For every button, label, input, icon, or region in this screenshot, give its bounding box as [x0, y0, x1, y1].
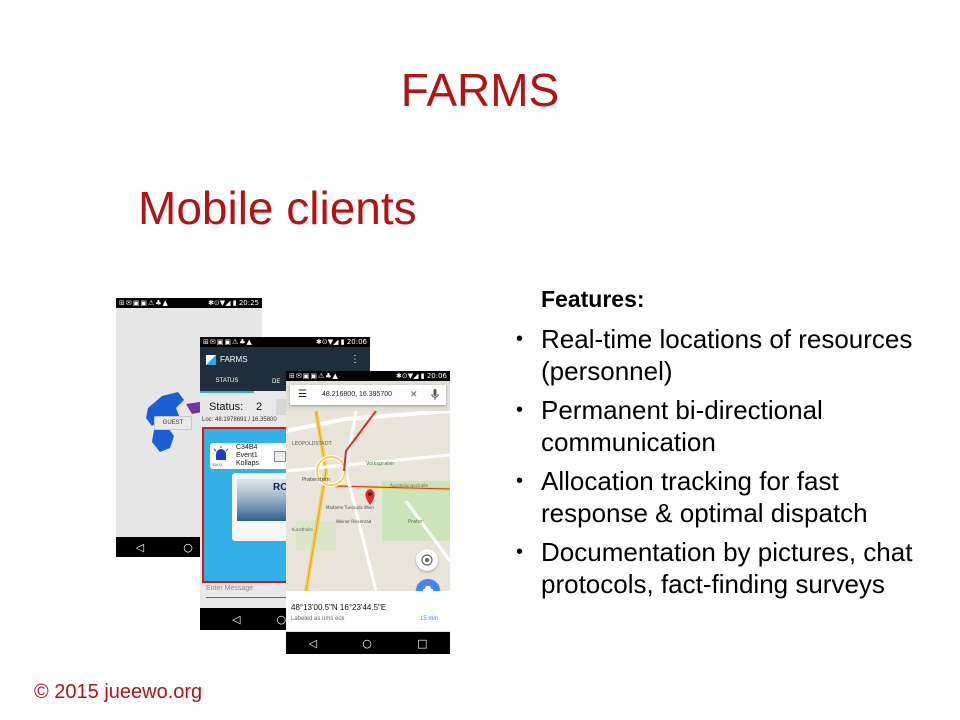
status-time: ✱⊙▼◢ ▮ 20:06: [316, 338, 367, 346]
status-time: ✱⊙▼◢ ▮ 20:06: [396, 372, 447, 380]
map-label: Kunsthalle: [292, 527, 313, 532]
label-text: Labeled as ums eck: [291, 616, 345, 622]
copyright-footer: © 2015 jueewo.org: [34, 681, 203, 703]
app-bar: FARMS ⋮: [200, 347, 370, 373]
map-label: Ausstellungsstraße: [390, 483, 429, 488]
slide-title: FARMS: [400, 64, 560, 116]
my-location-button[interactable]: [416, 549, 438, 571]
slide-subtitle: Mobile clients: [138, 182, 417, 234]
map-label: Weiner Riesenrad: [336, 519, 372, 524]
feature-text: Permanent bi-directional communication: [541, 395, 823, 457]
status-bar: ⊞✉▣▣⚠♣▲ ✱⊙▼◢ ▮ 20:25: [116, 298, 262, 308]
status-label: Status:: [209, 401, 244, 413]
map-label: Praterstern: [302, 477, 330, 483]
tab-status[interactable]: STATUS: [200, 373, 254, 393]
status-value: 2: [256, 401, 263, 413]
back-icon[interactable]: ◁: [309, 637, 317, 650]
event-type: Kollaps: [236, 460, 259, 467]
notification-icons: ⊞✉▣▣⚠♣▲: [203, 338, 253, 346]
photo-card[interactable]: RO: [232, 473, 292, 541]
features-heading: Features:: [541, 286, 645, 312]
home-icon[interactable]: ○: [362, 637, 372, 650]
overflow-menu-icon[interactable]: ⋮: [350, 354, 360, 365]
event-code: C34B4: [236, 444, 258, 451]
map-icon[interactable]: [274, 451, 286, 462]
event-card[interactable]: 39/03 C34B4 Event1 Kollaps: [210, 443, 290, 469]
phone-screenshot-map: ⊞✉▣▣⚠♣▲ ✱⊙▼◢ ▮ 20:06 LEOPOLDSTADT Volksp…: [286, 371, 450, 654]
feature-item: • Real-time locations of resources (perso…: [516, 323, 936, 387]
event-panel: 39/03 C34B4 Event1 Kollaps RO: [202, 427, 296, 583]
feature-text: Allocation tracking for fast response & …: [541, 466, 868, 528]
bullet: •: [516, 541, 524, 563]
map-label: LEOPOLDSTADT: [292, 441, 333, 447]
map-search-bar[interactable]: ☰ 48.216800, 16.395700 ✕: [290, 385, 446, 405]
status-time: ✱⊙▼◢ ▮ 20:25: [208, 299, 259, 307]
back-icon[interactable]: ◁: [232, 613, 240, 626]
bullet: •: [516, 470, 524, 492]
app-title: FARMS: [220, 355, 248, 364]
hamburger-menu-icon[interactable]: ☰: [298, 389, 307, 400]
close-icon[interactable]: ✕: [410, 389, 418, 400]
feature-text: Real-time locations of resources (person…: [541, 324, 913, 386]
feature-text: Documentation by pictures, chat protocol…: [541, 537, 913, 599]
tab-details[interactable]: DE: [272, 373, 280, 391]
location-readout: Loc: 48.1978691 / 16.35800: [202, 417, 277, 423]
mic-icon[interactable]: [431, 389, 439, 401]
crosshair-icon: [421, 554, 433, 566]
event-small-code: 39/03: [212, 462, 223, 467]
eta-text: 15 min: [419, 616, 438, 622]
bullet: •: [516, 328, 524, 350]
features-list: • Real-time locations of resources (perso…: [516, 323, 936, 607]
map-label: Prater: [408, 519, 424, 525]
bullet: •: [516, 399, 524, 421]
notification-icons: ⊞✉▣▣⚠♣▲: [289, 372, 339, 380]
status-bar: ⊞✉▣▣⚠♣▲ ✱⊙▼◢ ▮ 20:06: [286, 371, 450, 381]
message-input[interactable]: Enter Message: [206, 585, 286, 598]
farms-logo-icon: [206, 355, 216, 365]
status-bar: ⊞✉▣▣⚠♣▲ ✱⊙▼◢ ▮ 20:06: [200, 337, 370, 347]
home-icon[interactable]: ○: [276, 613, 286, 626]
notification-icons: ⊞✉▣▣⚠♣▲: [119, 299, 169, 307]
place-info-panel[interactable]: 48°13'00.5"N 16°23'44.5"E Labeled as ums…: [286, 591, 450, 631]
android-nav-bar: ◁ ○ □: [286, 632, 450, 654]
recents-icon[interactable]: □: [417, 637, 427, 650]
map-label: Madame Tussauds Wien: [326, 505, 374, 510]
back-icon[interactable]: ◁: [136, 541, 144, 554]
map-search-text[interactable]: 48.216800, 16.395700: [322, 391, 392, 398]
siren-icon: [213, 446, 229, 460]
feature-item: • Documentation by pictures, chat protoco…: [516, 536, 936, 600]
documentation-photo: RO: [237, 479, 289, 521]
feature-item: • Permanent bi-directional communication: [516, 394, 936, 458]
map-label: Volksprater: [366, 461, 395, 467]
home-icon[interactable]: ○: [183, 541, 193, 554]
event-name: Event1: [236, 452, 258, 459]
coordinates-text: 48°13'00.5"N 16°23'44.5"E: [291, 603, 387, 612]
feature-item: • Allocation tracking for fast response &…: [516, 465, 936, 529]
guest-button[interactable]: GUEST: [154, 416, 192, 430]
